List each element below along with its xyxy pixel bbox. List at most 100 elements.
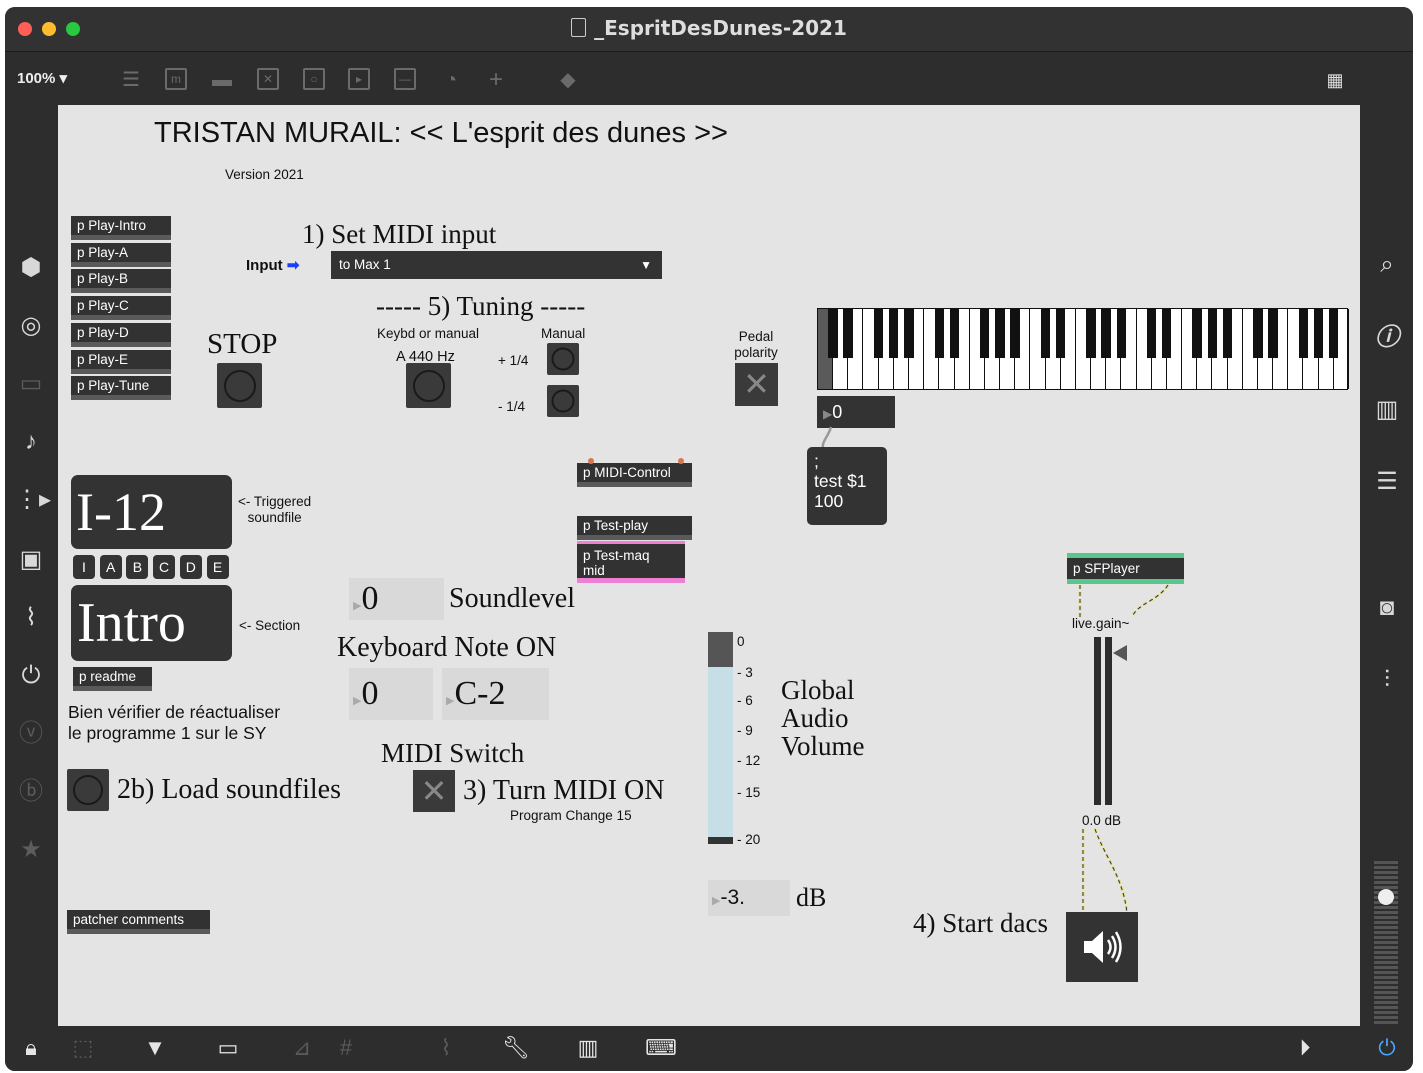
package-icon[interactable]: ⬢ bbox=[15, 252, 47, 284]
play-subpatcher[interactable]: p Play-Tune bbox=[71, 376, 171, 401]
keyboard-number-box[interactable]: ▶0 bbox=[817, 396, 895, 428]
black-key[interactable] bbox=[873, 309, 884, 358]
plug-icon[interactable]: ⏻ bbox=[15, 660, 47, 692]
midi-input-menu[interactable]: to Max 1 ▼ bbox=[331, 251, 662, 279]
black-key[interactable] bbox=[828, 309, 838, 358]
b-icon[interactable]: ⓑ bbox=[15, 776, 47, 808]
test-maq-subpatcher[interactable]: p Test-maq mid bbox=[577, 541, 685, 583]
add-icon[interactable]: + bbox=[484, 68, 508, 92]
play-subpatcher[interactable]: p Play-E bbox=[71, 349, 171, 374]
layout-icon[interactable]: ☰ bbox=[119, 68, 143, 92]
black-key[interactable] bbox=[1298, 309, 1309, 358]
black-key[interactable] bbox=[1010, 309, 1020, 358]
black-key[interactable] bbox=[1313, 309, 1324, 358]
section-button-c[interactable]: C bbox=[153, 555, 176, 579]
black-key[interactable] bbox=[1101, 309, 1111, 358]
section-button-a[interactable]: A bbox=[99, 555, 122, 579]
live-gain-pointer[interactable] bbox=[1113, 645, 1127, 661]
play-subpatcher[interactable]: p Play-B bbox=[71, 269, 171, 294]
black-key[interactable] bbox=[1268, 309, 1278, 358]
comment-icon[interactable]: ▬ bbox=[210, 68, 234, 92]
midi-switch-toggle[interactable]: ✕ bbox=[413, 770, 455, 812]
play-subpatcher[interactable]: p Play-C bbox=[71, 296, 171, 321]
black-key[interactable] bbox=[934, 309, 944, 358]
list-icon[interactable]: ☰ bbox=[1371, 466, 1403, 498]
db-number-box[interactable]: ▶-3. bbox=[708, 880, 790, 916]
black-key[interactable] bbox=[1162, 309, 1172, 358]
play-subpatcher[interactable]: p Play-A bbox=[71, 242, 171, 267]
message-icon[interactable]: m bbox=[165, 68, 187, 90]
black-key[interactable] bbox=[843, 309, 853, 358]
music-note-icon[interactable]: ♪ bbox=[15, 426, 47, 458]
midi-control-subpatcher[interactable]: p MIDI-Control bbox=[577, 463, 692, 487]
target-icon[interactable]: ◎ bbox=[15, 310, 47, 342]
readme-subpatcher[interactable]: p readme bbox=[73, 667, 152, 691]
black-key[interactable] bbox=[1086, 309, 1096, 358]
dial-icon[interactable]: ◔ bbox=[439, 68, 463, 92]
output-level-knob[interactable] bbox=[1378, 889, 1394, 905]
black-key[interactable] bbox=[980, 309, 990, 358]
button-icon[interactable]: ○ bbox=[303, 68, 325, 90]
live-gain-meter[interactable] bbox=[1094, 637, 1112, 805]
black-key[interactable] bbox=[1253, 309, 1263, 358]
section-button-e[interactable]: E bbox=[206, 555, 229, 579]
play-subpatcher[interactable]: p Play-Intro bbox=[71, 216, 171, 240]
black-key[interactable] bbox=[995, 309, 1005, 358]
patcher-comments-subpatcher[interactable]: patcher comments bbox=[67, 910, 210, 934]
note-number-box[interactable]: ▶0 bbox=[349, 668, 433, 720]
paint-icon[interactable]: ◆ bbox=[556, 68, 580, 92]
ezdac-button[interactable] bbox=[1066, 912, 1138, 982]
black-key[interactable] bbox=[1207, 309, 1217, 358]
windows-icon[interactable]: ▭ bbox=[212, 1032, 244, 1064]
plus-quarter-button[interactable] bbox=[547, 343, 579, 375]
global-volume-slider[interactable] bbox=[708, 632, 733, 844]
section-button-i[interactable]: I bbox=[73, 555, 95, 579]
play-subpatcher[interactable]: p Play-D bbox=[71, 322, 171, 347]
star-icon[interactable]: ★ bbox=[15, 834, 47, 866]
align-icon[interactable]: ⊿ bbox=[286, 1032, 318, 1064]
piano-icon[interactable]: ▥ bbox=[572, 1032, 604, 1064]
camera-icon[interactable]: ◙ bbox=[1371, 592, 1403, 624]
black-key[interactable] bbox=[1192, 309, 1202, 358]
toggle-icon[interactable]: ✕ bbox=[257, 68, 279, 90]
a440-button[interactable] bbox=[406, 363, 451, 408]
info-icon[interactable]: ⓘ bbox=[1371, 322, 1403, 354]
black-key[interactable] bbox=[949, 309, 960, 358]
note-name-box[interactable]: ▶C-2 bbox=[442, 668, 549, 720]
select-icon[interactable]: ⬚ bbox=[67, 1032, 99, 1064]
section-button-b[interactable]: B bbox=[126, 555, 149, 579]
lock-icon[interactable]: 🔒︎ bbox=[15, 1032, 47, 1064]
v-icon[interactable]: ⓥ bbox=[15, 718, 47, 750]
load-soundfiles-button[interactable] bbox=[67, 769, 109, 811]
zoom-selector[interactable]: 100% ▾ bbox=[17, 69, 67, 87]
transport-icon[interactable]: ⏵ bbox=[1289, 1032, 1321, 1064]
piano-keyboard[interactable] bbox=[817, 308, 1349, 390]
sfplayer-subpatcher[interactable]: p SFPlayer bbox=[1067, 553, 1184, 584]
black-key[interactable] bbox=[1055, 309, 1066, 358]
grid-snap-icon[interactable]: # bbox=[330, 1032, 362, 1064]
black-key[interactable] bbox=[1116, 309, 1126, 358]
black-key[interactable] bbox=[1040, 309, 1051, 358]
grid-icon[interactable]: ▦ bbox=[1323, 68, 1347, 92]
soundlevel-number[interactable]: ▶0 bbox=[349, 578, 444, 620]
black-key[interactable] bbox=[1222, 309, 1233, 358]
test-message-box[interactable]: ; test $1 100 bbox=[807, 447, 887, 525]
black-key[interactable] bbox=[1146, 309, 1157, 358]
keyboard-icon[interactable]: ⌨ bbox=[645, 1032, 677, 1064]
wrench-icon[interactable]: 🔧︎ bbox=[500, 1032, 532, 1064]
black-key[interactable] bbox=[889, 309, 899, 358]
book-icon[interactable]: ▥ bbox=[1371, 394, 1403, 426]
pedal-polarity-toggle[interactable]: ✕ bbox=[735, 363, 778, 406]
test-play-subpatcher[interactable]: p Test-play bbox=[577, 516, 692, 540]
paperclip-icon[interactable]: ⌇ bbox=[15, 602, 47, 634]
stop-button[interactable] bbox=[217, 363, 262, 408]
presentation-icon[interactable]: ▼ bbox=[139, 1032, 171, 1064]
sequence-icon[interactable]: ⋮▸ bbox=[15, 484, 51, 516]
mixer-icon[interactable]: ⫶ bbox=[1371, 664, 1403, 696]
minus-quarter-button[interactable] bbox=[547, 385, 579, 417]
play-icon[interactable]: ▸ bbox=[348, 68, 370, 90]
black-key[interactable] bbox=[904, 309, 914, 358]
section-button-d[interactable]: D bbox=[179, 555, 202, 579]
black-key[interactable] bbox=[1328, 309, 1339, 358]
attach-icon[interactable]: ⌇ bbox=[430, 1032, 462, 1064]
